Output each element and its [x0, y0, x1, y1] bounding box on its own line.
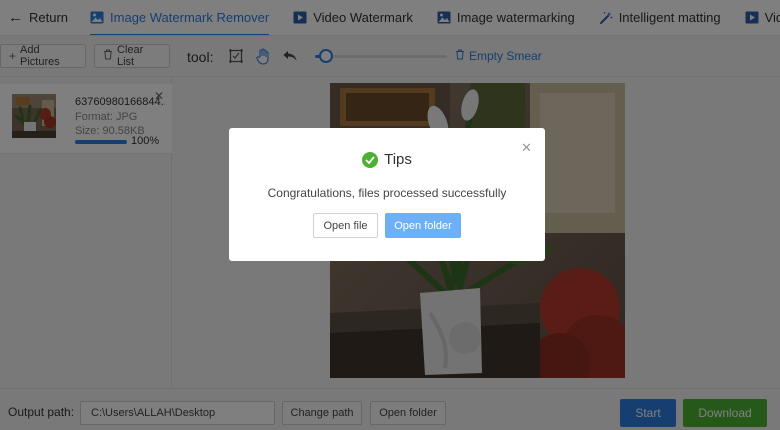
dialog-title-text: Tips: [384, 151, 412, 168]
dialog-open-folder-button[interactable]: Open folder: [385, 213, 461, 238]
dialog-title: Tips: [229, 151, 545, 168]
dialog-message: Congratulations, files processed success…: [267, 186, 507, 200]
check-circle-icon: [362, 151, 379, 168]
open-file-button[interactable]: Open file: [313, 213, 378, 238]
tips-dialog: ✕ Tips Congratulations, files processed …: [229, 128, 545, 261]
